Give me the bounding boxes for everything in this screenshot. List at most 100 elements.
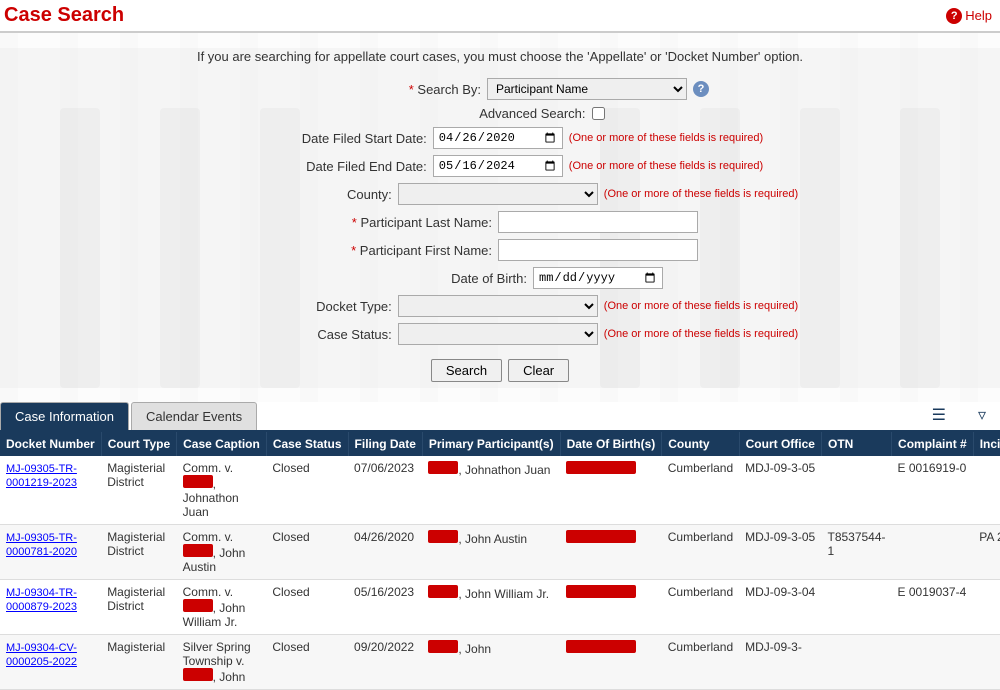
- date-end-label: Date Filed End Date:: [237, 159, 427, 174]
- table-cell: Cumberland: [662, 525, 739, 580]
- last-name-row: * Participant Last Name:: [20, 211, 980, 233]
- col-incident: Incident #: [973, 432, 1000, 456]
- table-cell: PA 2020-5: [973, 525, 1000, 580]
- case-status-cell: Closed: [266, 580, 348, 635]
- search-by-row: * Search By: Participant Name Docket Num…: [20, 78, 980, 100]
- case-caption-cell: Comm. v. , Johnathon Juan: [177, 456, 267, 525]
- table-cell: [973, 635, 1000, 690]
- tabs-left: Case Information Calendar Events: [0, 402, 259, 430]
- date-start-row: Date Filed Start Date: (One or more of t…: [20, 127, 980, 149]
- page-title: Case Search: [4, 4, 124, 27]
- search-button[interactable]: Search: [431, 359, 502, 382]
- col-docket-number: Docket Number: [0, 432, 101, 456]
- redacted-participant: [428, 461, 458, 474]
- search-by-select[interactable]: Participant Name Docket Number Appellate: [487, 78, 687, 100]
- help-label: Help: [965, 8, 992, 23]
- redacted-dob: [566, 640, 636, 653]
- dob-row: Date of Birth:: [20, 267, 980, 289]
- docket-number-cell[interactable]: MJ-09304-CV-0000205-2022: [0, 635, 101, 690]
- search-by-help-icon[interactable]: ?: [693, 81, 709, 97]
- redacted-dob: [566, 530, 636, 543]
- redacted-participant: [428, 530, 458, 543]
- redacted-participant: [428, 585, 458, 598]
- dob-label: Date of Birth:: [337, 271, 527, 286]
- col-case-status: Case Status: [266, 432, 348, 456]
- primary-participant-cell: , John Austin: [422, 525, 560, 580]
- table-cell: E 0019037-4: [892, 580, 974, 635]
- case-status-wrap: (One or more of these fields is required…: [398, 323, 798, 345]
- date-end-input[interactable]: [433, 155, 563, 177]
- docket-number-link[interactable]: MJ-09305-TR-0001219-2023: [6, 463, 77, 489]
- results-table: Docket Number Court Type Case Caption Ca…: [0, 432, 1000, 690]
- help-link[interactable]: ? Help: [946, 8, 992, 24]
- table-cell: MDJ-09-3-05: [739, 525, 821, 580]
- col-court-office: Court Office: [739, 432, 821, 456]
- col-court-type: Court Type: [101, 432, 176, 456]
- date-end-wrap: (One or more of these fields is required…: [433, 155, 763, 177]
- col-primary-participant: Primary Participant(s): [422, 432, 560, 456]
- county-hint: (One or more of these fields is required…: [604, 188, 798, 200]
- case-status-label: Case Status:: [202, 327, 392, 342]
- advanced-search-wrap: [592, 107, 605, 120]
- table-row[interactable]: MJ-09305-TR-0000781-2020Magisterial Dist…: [0, 525, 1000, 580]
- dob-input[interactable]: [533, 267, 663, 289]
- date-start-label: Date Filed Start Date:: [237, 131, 427, 146]
- table-cell: [973, 580, 1000, 635]
- dob-wrap: [533, 267, 663, 289]
- docket-number-cell[interactable]: MJ-09305-TR-0000781-2020: [0, 525, 101, 580]
- docket-number-cell[interactable]: MJ-09305-TR-0001219-2023: [0, 456, 101, 525]
- icons-right: ☰ ▿: [918, 402, 1000, 430]
- docket-type-select[interactable]: [398, 295, 598, 317]
- redacted-dob: [566, 585, 636, 598]
- table-row[interactable]: MJ-09305-TR-0001219-2023Magisterial Dist…: [0, 456, 1000, 525]
- clear-button[interactable]: Clear: [508, 359, 569, 382]
- table-row[interactable]: MJ-09304-TR-0000879-2023Magisterial Dist…: [0, 580, 1000, 635]
- table-row[interactable]: MJ-09304-CV-0000205-2022 MagisterialSilve…: [0, 635, 1000, 690]
- last-name-label: * Participant Last Name:: [302, 215, 492, 230]
- docket-number-link[interactable]: MJ-09304-CV-0000205-2022: [6, 642, 77, 668]
- date-start-input[interactable]: [433, 127, 563, 149]
- case-status-select[interactable]: [398, 323, 598, 345]
- case-status-row: Case Status: (One or more of these field…: [20, 323, 980, 345]
- case-caption-cell: Silver Spring Township v. , John: [177, 635, 267, 690]
- primary-participant-cell: , Johnathon Juan: [422, 456, 560, 525]
- col-dob: Date Of Birth(s): [560, 432, 662, 456]
- docket-type-hint: (One or more of these fields is required…: [604, 300, 798, 312]
- date-start-wrap: (One or more of these fields is required…: [433, 127, 763, 149]
- search-by-label: * Search By:: [291, 82, 481, 97]
- table-cell: Cumberland: [662, 456, 739, 525]
- docket-number-link[interactable]: MJ-09304-TR-0000879-2023: [6, 587, 77, 613]
- required-star: *: [409, 82, 414, 97]
- court-type-cell: Magisterial: [101, 635, 176, 690]
- case-status-hint: (One or more of these fields is required…: [604, 328, 798, 340]
- county-wrap: (One or more of these fields is required…: [398, 183, 798, 205]
- docket-number-link[interactable]: MJ-09305-TR-0000781-2020: [6, 532, 77, 558]
- col-county: County: [662, 432, 739, 456]
- last-name-input[interactable]: [498, 211, 698, 233]
- col-complaint: Complaint #: [892, 432, 974, 456]
- docket-number-cell[interactable]: MJ-09304-TR-0000879-2023: [0, 580, 101, 635]
- menu-icon-btn[interactable]: ☰: [918, 402, 960, 428]
- tab-case-information[interactable]: Case Information: [0, 402, 129, 430]
- tab-calendar-events[interactable]: Calendar Events: [131, 402, 257, 430]
- table-head: Docket Number Court Type Case Caption Ca…: [0, 432, 1000, 456]
- case-status-cell: Closed: [266, 456, 348, 525]
- table-cell: MDJ-09-3-04: [739, 580, 821, 635]
- first-name-input[interactable]: [498, 239, 698, 261]
- table-cell: Cumberland: [662, 635, 739, 690]
- case-caption-cell: Comm. v. , John Austin: [177, 525, 267, 580]
- info-text: If you are searching for appellate court…: [20, 43, 980, 64]
- date-end-hint: (One or more of these fields is required…: [569, 160, 763, 172]
- table-cell: T8537544-1: [821, 525, 891, 580]
- first-name-label: * Participant First Name:: [302, 243, 492, 258]
- dob-cell: [560, 525, 662, 580]
- filter-icon-btn[interactable]: ▿: [964, 402, 1000, 428]
- advanced-search-row: Advanced Search:: [20, 106, 980, 121]
- advanced-search-checkbox[interactable]: [592, 107, 605, 120]
- case-caption-cell: Comm. v. , John William Jr.: [177, 580, 267, 635]
- table-cell: [892, 525, 974, 580]
- search-area: If you are searching for appellate court…: [0, 33, 1000, 402]
- col-case-caption: Case Caption: [177, 432, 267, 456]
- table-cell: 07/06/2023: [348, 456, 422, 525]
- county-select[interactable]: [398, 183, 598, 205]
